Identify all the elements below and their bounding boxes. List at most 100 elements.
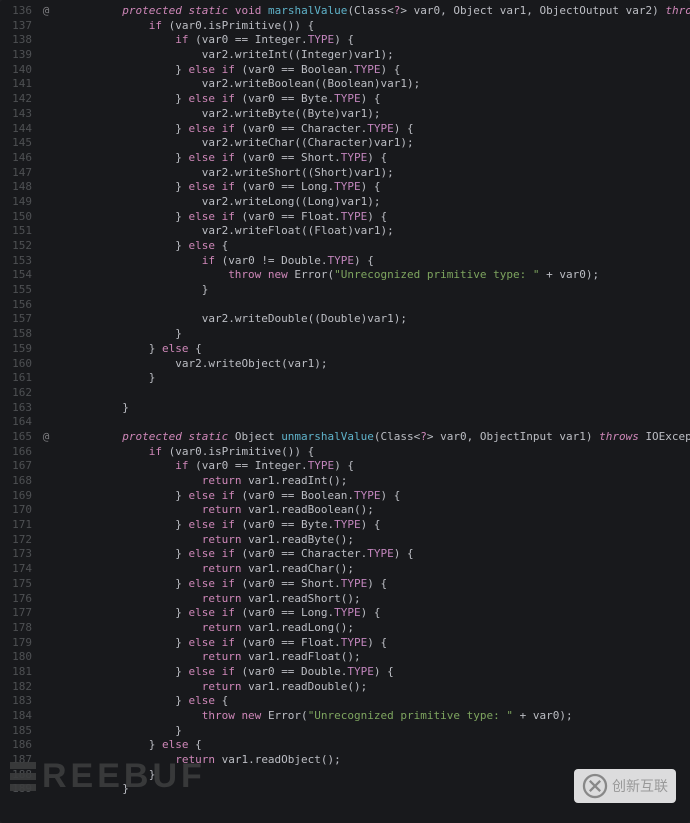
code-line[interactable]: var2.writeLong((Long)var1); bbox=[56, 195, 690, 210]
gutter-marker: @ bbox=[36, 4, 56, 19]
code-line[interactable]: } else if (var0 == Long.TYPE) { bbox=[56, 606, 690, 621]
code-line[interactable]: } else if (var0 == Boolean.TYPE) { bbox=[56, 63, 690, 78]
gutter-marker bbox=[36, 650, 56, 665]
gutter-marker bbox=[36, 151, 56, 166]
code-line[interactable]: } else if (var0 == Byte.TYPE) { bbox=[56, 92, 690, 107]
line-number: 145 bbox=[0, 136, 32, 151]
code-line[interactable]: return var1.readObject(); bbox=[56, 753, 690, 768]
code-line[interactable]: } bbox=[56, 782, 690, 797]
code-line[interactable]: } else if (var0 == Float.TYPE) { bbox=[56, 210, 690, 225]
code-line[interactable]: throw new Error("Unrecognized primitive … bbox=[56, 709, 690, 724]
line-number: 152 bbox=[0, 239, 32, 254]
gutter-marker bbox=[36, 254, 56, 269]
line-number: 185 bbox=[0, 724, 32, 739]
gutter-marker bbox=[36, 709, 56, 724]
code-line[interactable]: } bbox=[56, 724, 690, 739]
gutter-marker bbox=[36, 195, 56, 210]
gutter-marker bbox=[36, 489, 56, 504]
gutter-marker bbox=[36, 224, 56, 239]
code-line[interactable]: if (var0 == Integer.TYPE) { bbox=[56, 459, 690, 474]
code-line[interactable]: } else { bbox=[56, 738, 690, 753]
code-line[interactable]: var2.writeDouble((Double)var1); bbox=[56, 312, 690, 327]
code-line[interactable]: var2.writeInt((Integer)var1); bbox=[56, 48, 690, 63]
code-area[interactable]: protected static void marshalValue(Class… bbox=[56, 0, 690, 823]
code-line[interactable]: } else { bbox=[56, 694, 690, 709]
code-line[interactable]: } bbox=[56, 401, 690, 416]
code-line[interactable]: return var1.readInt(); bbox=[56, 474, 690, 489]
line-number: 141 bbox=[0, 77, 32, 92]
code-line[interactable]: } else if (var0 == Boolean.TYPE) { bbox=[56, 489, 690, 504]
gutter-marker bbox=[36, 415, 56, 430]
line-number: 150 bbox=[0, 210, 32, 225]
gutter-marker bbox=[36, 665, 56, 680]
code-line[interactable]: return var1.readLong(); bbox=[56, 621, 690, 636]
code-line[interactable]: return var1.readDouble(); bbox=[56, 680, 690, 695]
code-line[interactable]: } else if (var0 == Byte.TYPE) { bbox=[56, 518, 690, 533]
code-line[interactable]: return var1.readBoolean(); bbox=[56, 503, 690, 518]
line-number: 143 bbox=[0, 107, 32, 122]
line-number: 176 bbox=[0, 592, 32, 607]
code-line[interactable]: var2.writeByte((Byte)var1); bbox=[56, 107, 690, 122]
gutter-marker bbox=[36, 239, 56, 254]
line-number: 182 bbox=[0, 680, 32, 695]
line-number: 179 bbox=[0, 636, 32, 651]
gutter-marker bbox=[36, 33, 56, 48]
line-number: 151 bbox=[0, 224, 32, 239]
line-number: 184 bbox=[0, 709, 32, 724]
code-line[interactable]: return var1.readByte(); bbox=[56, 533, 690, 548]
code-line[interactable]: } else if (var0 == Float.TYPE) { bbox=[56, 636, 690, 651]
code-editor[interactable]: 1361371381391401411421431441451461471481… bbox=[0, 0, 690, 823]
code-line[interactable]: var2.writeChar((Character)var1); bbox=[56, 136, 690, 151]
line-number: 188 bbox=[0, 768, 32, 783]
code-line[interactable]: } else if (var0 == Double.TYPE) { bbox=[56, 665, 690, 680]
code-line[interactable]: if (var0.isPrimitive()) { bbox=[56, 445, 690, 460]
gutter-marker bbox=[36, 166, 56, 181]
line-number: 183 bbox=[0, 694, 32, 709]
gutter-marker bbox=[36, 357, 56, 372]
gutter-marker bbox=[36, 562, 56, 577]
code-line[interactable]: } bbox=[56, 371, 690, 386]
code-line[interactable]: var2.writeBoolean((Boolean)var1); bbox=[56, 77, 690, 92]
gutter-marker bbox=[36, 401, 56, 416]
line-number: 149 bbox=[0, 195, 32, 210]
gutter-marker bbox=[36, 577, 56, 592]
line-number: 154 bbox=[0, 268, 32, 283]
code-line[interactable]: } bbox=[56, 283, 690, 298]
gutter-marker bbox=[36, 621, 56, 636]
code-line[interactable]: } else { bbox=[56, 239, 690, 254]
gutter-marker bbox=[36, 268, 56, 283]
gutter-marker bbox=[36, 474, 56, 489]
gutter-marker bbox=[36, 327, 56, 342]
line-number-gutter: 1361371381391401411421431441451461471481… bbox=[0, 0, 36, 823]
line-number: 163 bbox=[0, 401, 32, 416]
code-line[interactable]: if (var0 != Double.TYPE) { bbox=[56, 254, 690, 269]
code-line[interactable]: } else if (var0 == Character.TYPE) { bbox=[56, 547, 690, 562]
code-line[interactable] bbox=[56, 415, 690, 430]
code-line[interactable]: } else if (var0 == Long.TYPE) { bbox=[56, 180, 690, 195]
code-line[interactable] bbox=[56, 386, 690, 401]
code-line[interactable]: } bbox=[56, 768, 690, 783]
gutter-marker bbox=[36, 503, 56, 518]
code-line[interactable]: return var1.readChar(); bbox=[56, 562, 690, 577]
code-line[interactable]: return var1.readShort(); bbox=[56, 592, 690, 607]
code-line[interactable]: } else if (var0 == Character.TYPE) { bbox=[56, 122, 690, 137]
code-line[interactable]: var2.writeFloat((Float)var1); bbox=[56, 224, 690, 239]
code-line[interactable]: if (var0.isPrimitive()) { bbox=[56, 19, 690, 34]
code-line[interactable]: var2.writeShort((Short)var1); bbox=[56, 166, 690, 181]
gutter-marker bbox=[36, 371, 56, 386]
code-line[interactable] bbox=[56, 298, 690, 313]
code-line[interactable]: var2.writeObject(var1); bbox=[56, 357, 690, 372]
code-line[interactable]: } bbox=[56, 327, 690, 342]
code-line[interactable]: if (var0 == Integer.TYPE) { bbox=[56, 33, 690, 48]
code-line[interactable]: } else if (var0 == Short.TYPE) { bbox=[56, 151, 690, 166]
code-line[interactable]: throw new Error("Unrecognized primitive … bbox=[56, 268, 690, 283]
code-line[interactable]: } else { bbox=[56, 342, 690, 357]
gutter-marker bbox=[36, 724, 56, 739]
line-number: 175 bbox=[0, 577, 32, 592]
code-line[interactable]: return var1.readFloat(); bbox=[56, 650, 690, 665]
line-number: 140 bbox=[0, 63, 32, 78]
code-line[interactable]: } else if (var0 == Short.TYPE) { bbox=[56, 577, 690, 592]
gutter-marker bbox=[36, 680, 56, 695]
code-line[interactable]: protected static Object unmarshalValue(C… bbox=[56, 430, 690, 445]
code-line[interactable]: protected static void marshalValue(Class… bbox=[56, 4, 690, 19]
